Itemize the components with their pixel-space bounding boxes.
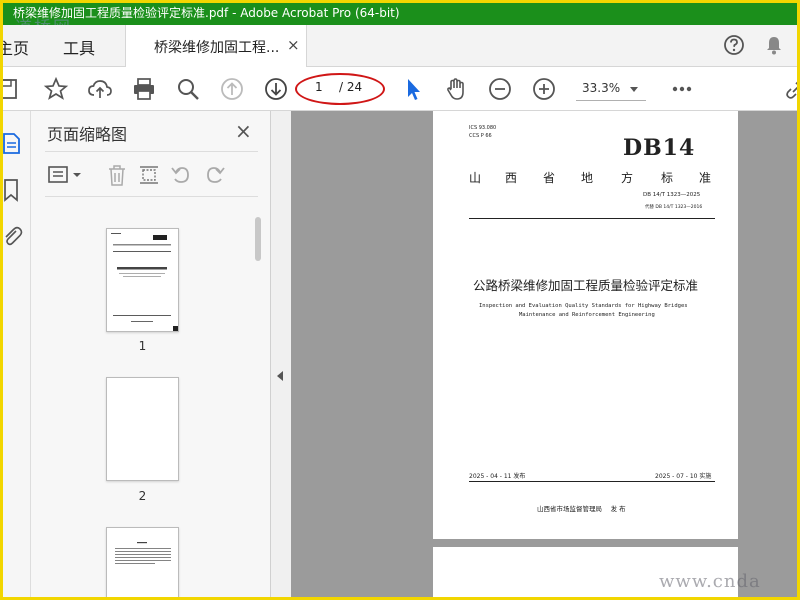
footer-rule: [469, 481, 715, 482]
close-icon[interactable]: ×: [287, 36, 300, 54]
issuing-authority: 山西省市场监督管理局 发 布: [537, 505, 626, 513]
page-thumbnails-icon[interactable]: [1, 131, 23, 157]
menu-home[interactable]: 主页: [3, 35, 29, 59]
document-title: 公路桥梁维修加固工程质量检验评定标准: [473, 278, 699, 293]
bell-icon[interactable]: [763, 34, 785, 56]
thumbnail-preview: [115, 542, 171, 564]
help-icon[interactable]: [723, 34, 745, 56]
db-logo: DB14: [623, 135, 696, 161]
thumbnail-list[interactable]: 1 2: [31, 197, 271, 597]
menu-tools[interactable]: 工具: [63, 35, 95, 59]
close-icon[interactable]: ×: [235, 119, 252, 143]
english-title-line-1: Inspection and Evaluation Quality Standa…: [479, 303, 688, 309]
region-char: 西: [505, 171, 518, 185]
header-rule: [469, 218, 715, 219]
chevron-down-icon: [630, 87, 638, 92]
document-view[interactable]: ICS 93.080 CCS P 66 DB14 山 西 省 地 方 标 准 D…: [291, 111, 797, 597]
left-navigation-rail: [1, 111, 31, 597]
tab-bar: 主页 工具 桥梁维修加固工程... ×: [3, 25, 797, 67]
english-title-line-2: Maintenance and Reinforcement Engineerin…: [519, 312, 655, 318]
title-bar: 桥梁维修加固工程质量检验评定标准.pdf - Adobe Acrobat Pro…: [3, 3, 797, 25]
search-icon[interactable]: [175, 76, 201, 102]
thumbnail-page-number: 1: [138, 339, 147, 353]
save-icon[interactable]: [0, 76, 21, 102]
thumbnail-page-3[interactable]: [106, 527, 179, 597]
ccs-code: CCS P 66: [469, 133, 492, 139]
zoom-in-icon[interactable]: [531, 76, 557, 102]
options-menu-icon[interactable]: [47, 163, 85, 187]
bookmark-icon[interactable]: [1, 177, 23, 203]
print-icon[interactable]: [131, 76, 157, 102]
zoom-select[interactable]: 33.3%: [576, 77, 646, 101]
region-char: 标: [661, 171, 674, 185]
chevron-left-icon: [277, 371, 283, 381]
panel-collapse-handle[interactable]: [271, 111, 291, 597]
star-icon[interactable]: [43, 76, 69, 102]
select-arrow-icon[interactable]: [401, 76, 427, 102]
thumbnail-preview: [111, 233, 178, 331]
thumbnail-page-number: 2: [138, 489, 147, 503]
next-page-icon[interactable]: [263, 76, 289, 102]
document-page-2: [433, 547, 738, 597]
thumbnail-scrollbar[interactable]: [255, 217, 261, 261]
region-char: 方: [621, 171, 634, 185]
app-window: 桥梁维修加固工程质量检验评定标准.pdf - Adobe Acrobat Pro…: [0, 0, 800, 600]
more-icon[interactable]: [669, 76, 695, 102]
rotate-right-icon[interactable]: [203, 163, 227, 187]
cloud-upload-icon[interactable]: [87, 76, 113, 102]
window-title: 桥梁维修加固工程质量检验评定标准.pdf - Adobe Acrobat Pro…: [13, 6, 400, 20]
replaces-standard: 代替 DB 14/T 1323—2016: [645, 205, 703, 210]
document-tab-label: 桥梁维修加固工程...: [154, 40, 280, 56]
region-char: 准: [699, 171, 712, 185]
region-char: 地: [581, 171, 594, 185]
region-char: 山: [469, 171, 482, 185]
document-page-1: ICS 93.080 CCS P 66 DB14 山 西 省 地 方 标 准 D…: [433, 111, 738, 539]
rotate-left-icon[interactable]: [169, 163, 193, 187]
zoom-value: 33.3%: [582, 81, 621, 95]
main-toolbar: 1 / 24 33.3%: [0, 67, 800, 111]
implementation-date: 2025 - 07 - 10 实施: [655, 473, 712, 480]
thumbnail-page-2[interactable]: [106, 377, 179, 481]
highlight-ellipse: [295, 73, 385, 105]
thumbnail-panel: 页面缩略图 × 1 2: [31, 111, 271, 597]
standard-number: DB 14/T 1323—2025: [643, 192, 701, 198]
thumbnail-page-1[interactable]: [106, 228, 179, 332]
extract-page-icon[interactable]: [137, 163, 161, 187]
hand-icon[interactable]: [443, 76, 469, 102]
thumbnail-toolbar: [45, 151, 258, 197]
issue-date: 2025 - 04 - 11 发布: [469, 473, 526, 480]
zoom-out-icon[interactable]: [487, 76, 513, 102]
document-tab[interactable]: 桥梁维修加固工程... ×: [125, 25, 307, 67]
trash-icon[interactable]: [105, 163, 129, 187]
region-char: 省: [543, 171, 556, 185]
previous-page-icon[interactable]: [219, 76, 245, 102]
ics-code: ICS 93.080: [469, 125, 497, 131]
attachment-icon[interactable]: [1, 223, 23, 249]
panel-title: 页面缩略图: [47, 125, 128, 144]
link-icon[interactable]: [783, 76, 800, 102]
